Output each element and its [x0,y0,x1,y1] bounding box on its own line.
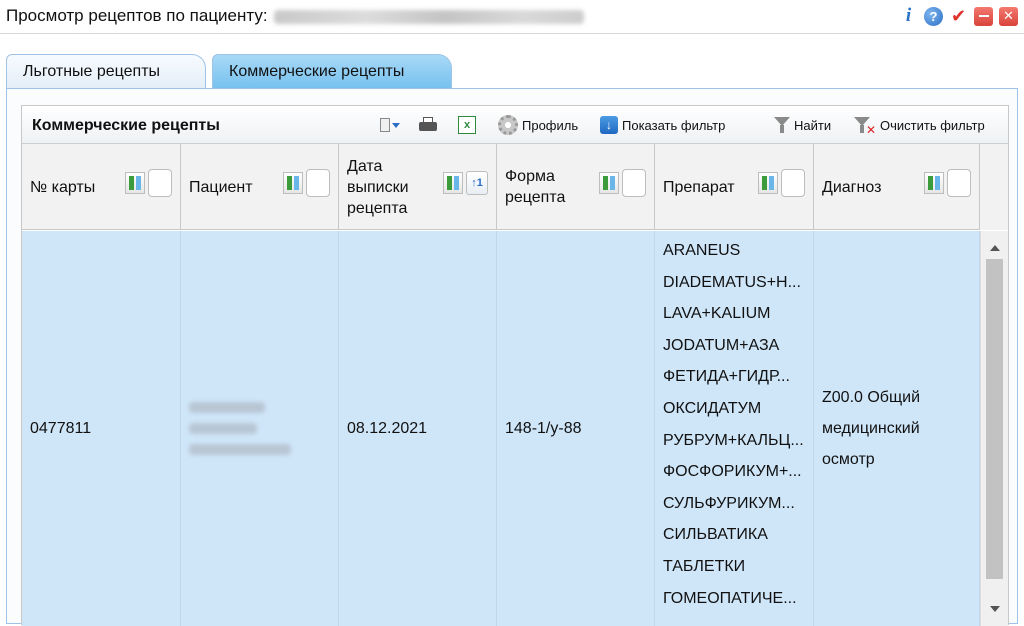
column-header-form[interactable]: Форма рецепта [497,144,655,230]
sort-ascending-icon[interactable]: ↑1 [466,171,488,195]
drug-line: ARANEUS [663,242,741,259]
patient-name-redacted [273,9,584,24]
filter-icon [774,116,790,134]
drug-line: СИЛЬВАТИКА [663,526,768,544]
card-number-value: 0477811 [30,419,92,437]
print-button[interactable] [418,115,438,135]
header-filler [980,144,1008,230]
column-checkbox[interactable] [947,169,971,197]
column-header-patient[interactable]: Пациент [181,144,339,230]
grid-title: Коммерческие рецепты [32,117,220,134]
drug-line: ТАБЛЕТКИ [663,557,746,575]
diagnosis-line: осмотр [822,451,875,468]
close-icon[interactable]: ✕ [999,6,1018,26]
cell-patient [181,231,339,626]
show-filter-button[interactable]: ↓ Показать фильтр [600,115,725,135]
drug-line: СУЛЬФУРИКУМ... [663,494,795,512]
diagnosis-value: Z00.0 Общий медицинский осмотр [822,231,920,626]
table-row[interactable]: 0477811 08.12.2021 148-1/у-88 ARANEUS DI… [22,231,980,626]
drug-line: DIADEMATUS+H... [663,273,801,291]
column-header-diagnosis[interactable]: Диагноз [814,144,980,230]
column-label: № карты [30,178,96,196]
window-title: Просмотр рецептов по пациенту: [6,6,584,26]
column-label: Форма рецепта [505,168,566,206]
column-label: Диагноз [822,178,882,196]
scroll-up-arrow-icon[interactable] [990,245,1000,251]
drug-line: ОКСИДАТУМ [663,399,762,417]
patient-value-redacted [189,231,291,626]
form-value: 148-1/у-88 [505,419,582,437]
gear-icon [498,115,518,135]
column-checkbox[interactable] [306,169,330,197]
find-button[interactable]: Найти [774,115,831,135]
column-checkbox[interactable] [622,169,646,197]
check-icon[interactable]: ✔ [949,6,968,26]
scrollbar-thumb[interactable] [986,259,1003,579]
drug-list: ARANEUS DIADEMATUS+H... LAVA+KALIUM JODA… [663,235,804,614]
column-header-issue-date[interactable]: Дата выписки рецепта ↑1 [339,144,497,230]
show-filter-label: Показать фильтр [622,117,726,133]
grid-header: № карты Пациент Дата выписки рецепта ↑1 [22,144,1008,230]
window-controls: i ? ✔ ✕ [899,5,1018,26]
column-checkbox[interactable] [781,169,805,197]
column-header-drug[interactable]: Препарат [655,144,814,230]
window-titlebar: Просмотр рецептов по пациенту: i ? ✔ ✕ [0,0,1024,34]
column-label: Препарат [663,178,735,196]
clear-filter-button[interactable]: ✕ Очистить фильтр [854,115,985,137]
drug-line: ФЕТИДА+ГИДР... [663,368,790,386]
excel-icon: x [458,116,476,134]
cell-issue-date: 08.12.2021 [339,231,497,626]
scroll-down-arrow-icon[interactable] [990,606,1000,612]
drug-line: JODATUM+АЗА [663,336,780,354]
column-settings-icon[interactable] [758,172,778,194]
diagnosis-line: медицинский [822,420,920,437]
tab-panel: Коммерческие рецепты x Профиль ↓ Показат… [6,88,1018,626]
drug-line: ФОСФОРИКУМ+... [663,463,802,481]
clear-filter-label: Очистить фильтр [880,117,985,133]
printer-icon [418,116,438,134]
columns-icon [378,116,400,134]
column-label: Пациент [189,178,253,196]
profile-button[interactable]: Профиль [498,115,578,135]
vertical-scrollbar[interactable] [980,231,1008,626]
tab-preferential-prescriptions[interactable]: Льготные рецепты [6,54,206,88]
drug-line: LAVA+KALIUM [663,305,771,323]
clear-filter-icon: ✕ [854,116,876,137]
info-icon[interactable]: i [899,5,918,26]
export-excel-button[interactable]: x [458,115,476,135]
diagnosis-line: Z00.0 Общий [822,389,921,406]
find-label: Найти [794,117,832,133]
column-label: Дата выписки рецепта [347,157,409,217]
minimize-icon[interactable] [974,6,993,26]
cell-form: 148-1/у-88 [497,231,655,626]
column-settings-icon[interactable] [443,172,463,194]
arrow-down-icon: ↓ [600,116,618,134]
column-settings-icon[interactable] [125,172,145,194]
help-icon[interactable]: ? [924,6,943,26]
profile-label: Профиль [522,117,579,133]
prescriptions-grid: Коммерческие рецепты x Профиль ↓ Показат… [21,105,1009,626]
column-settings-icon[interactable] [283,172,303,194]
column-header-card-number[interactable]: № карты [22,144,181,230]
window-title-text: Просмотр рецептов по пациенту: [6,6,268,25]
cell-card-number: 0477811 [22,231,181,626]
issue-date-value: 08.12.2021 [347,419,428,437]
column-settings-icon[interactable] [599,172,619,194]
drug-line: ГОМЕОПАТИЧЕ... [663,589,797,607]
cell-diagnosis: Z00.0 Общий медицинский осмотр [814,231,980,626]
cell-drug: ARANEUS DIADEMATUS+H... LAVA+KALIUM JODA… [655,231,814,626]
drug-line: РУБРУМ+КАЛЬЦ... [663,431,804,449]
columns-menu-button[interactable] [378,115,400,135]
column-checkbox[interactable] [148,169,172,197]
column-settings-icon[interactable] [924,172,944,194]
grid-toolbar: Коммерческие рецепты x Профиль ↓ Показат… [22,106,1008,144]
tab-commercial-prescriptions[interactable]: Коммерческие рецепты [212,54,452,88]
